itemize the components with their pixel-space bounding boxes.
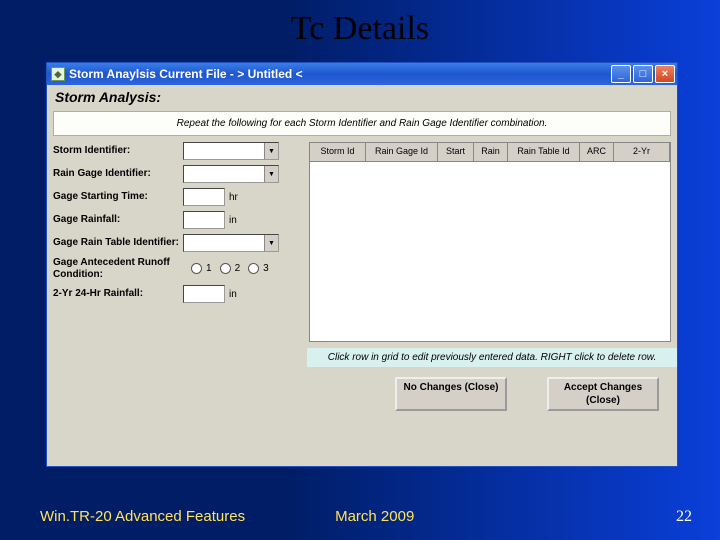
chevron-down-icon[interactable]: ▼	[264, 235, 278, 251]
section-subtitle: Storm Analysis:	[47, 85, 677, 109]
arc-radio-3[interactable]	[248, 263, 259, 274]
rainfall-24hr-input[interactable]	[183, 285, 225, 303]
arc-radio-3-label: 3	[263, 263, 269, 274]
col-storm-id[interactable]: Storm Id	[310, 143, 366, 161]
unit-in: in	[229, 215, 237, 226]
rainfall-24hr-label: 2-Yr 24-Hr Rainfall:	[53, 288, 183, 300]
col-rain[interactable]: Rain	[474, 143, 508, 161]
arc-radio-1[interactable]	[191, 263, 202, 274]
slide-title: Tc Details	[0, 0, 720, 54]
gage-rainfall-label: Gage Rainfall:	[53, 214, 183, 226]
gage-rainfall-input[interactable]	[183, 211, 225, 229]
arc-radio-2-label: 2	[235, 263, 241, 274]
col-start[interactable]: Start	[438, 143, 474, 161]
grid-body[interactable]	[309, 162, 671, 342]
accept-changes-button[interactable]: Accept Changes (Close)	[547, 377, 659, 411]
arc-label: Gage Antecedent Runoff Condition:	[53, 257, 183, 280]
grid-hint: Click row in grid to edit previously ent…	[307, 348, 677, 367]
unit-in-2: in	[229, 289, 237, 300]
gage-rain-table-combo[interactable]: ▼	[183, 234, 279, 252]
storm-analysis-window: ◆ Storm Anaylsis Current File - > Untitl…	[46, 62, 678, 467]
footer-center: March 2009	[335, 508, 414, 525]
close-button[interactable]: ×	[655, 65, 675, 83]
no-changes-button[interactable]: No Changes (Close)	[395, 377, 507, 411]
arc-radio-2[interactable]	[220, 263, 231, 274]
chevron-down-icon[interactable]: ▼	[264, 143, 278, 159]
minimize-button[interactable]: _	[611, 65, 631, 83]
form-panel: Storm Identifier: ▼ Rain Gage Identifier…	[53, 142, 303, 342]
instruction-text: Repeat the following for each Storm Iden…	[53, 111, 671, 136]
storm-identifier-label: Storm Identifier:	[53, 145, 183, 157]
chevron-down-icon[interactable]: ▼	[264, 166, 278, 182]
gage-starting-time-input[interactable]	[183, 188, 225, 206]
unit-hr: hr	[229, 192, 238, 203]
window-title: Storm Anaylsis Current File - > Untitled…	[69, 67, 303, 81]
page-number: 22	[676, 508, 692, 526]
rain-gage-identifier-combo[interactable]: ▼	[183, 165, 279, 183]
col-arc[interactable]: ARC	[580, 143, 614, 161]
col-rain-gage-id[interactable]: Rain Gage Id	[366, 143, 438, 161]
app-icon: ◆	[51, 67, 65, 81]
col-rain-table-id[interactable]: Rain Table Id	[508, 143, 580, 161]
window-titlebar[interactable]: ◆ Storm Anaylsis Current File - > Untitl…	[47, 63, 677, 85]
rain-gage-identifier-label: Rain Gage Identifier:	[53, 168, 183, 180]
arc-radio-1-label: 1	[206, 263, 212, 274]
storm-identifier-combo[interactable]: ▼	[183, 142, 279, 160]
gage-starting-time-label: Gage Starting Time:	[53, 191, 183, 203]
data-grid[interactable]: Storm Id Rain Gage Id Start Rain Rain Ta…	[309, 142, 671, 342]
footer-left: Win.TR-20 Advanced Features	[40, 508, 245, 525]
col-2yr[interactable]: 2-Yr	[614, 143, 670, 161]
maximize-button[interactable]: □	[633, 65, 653, 83]
gage-rain-table-label: Gage Rain Table Identifier:	[53, 237, 183, 249]
